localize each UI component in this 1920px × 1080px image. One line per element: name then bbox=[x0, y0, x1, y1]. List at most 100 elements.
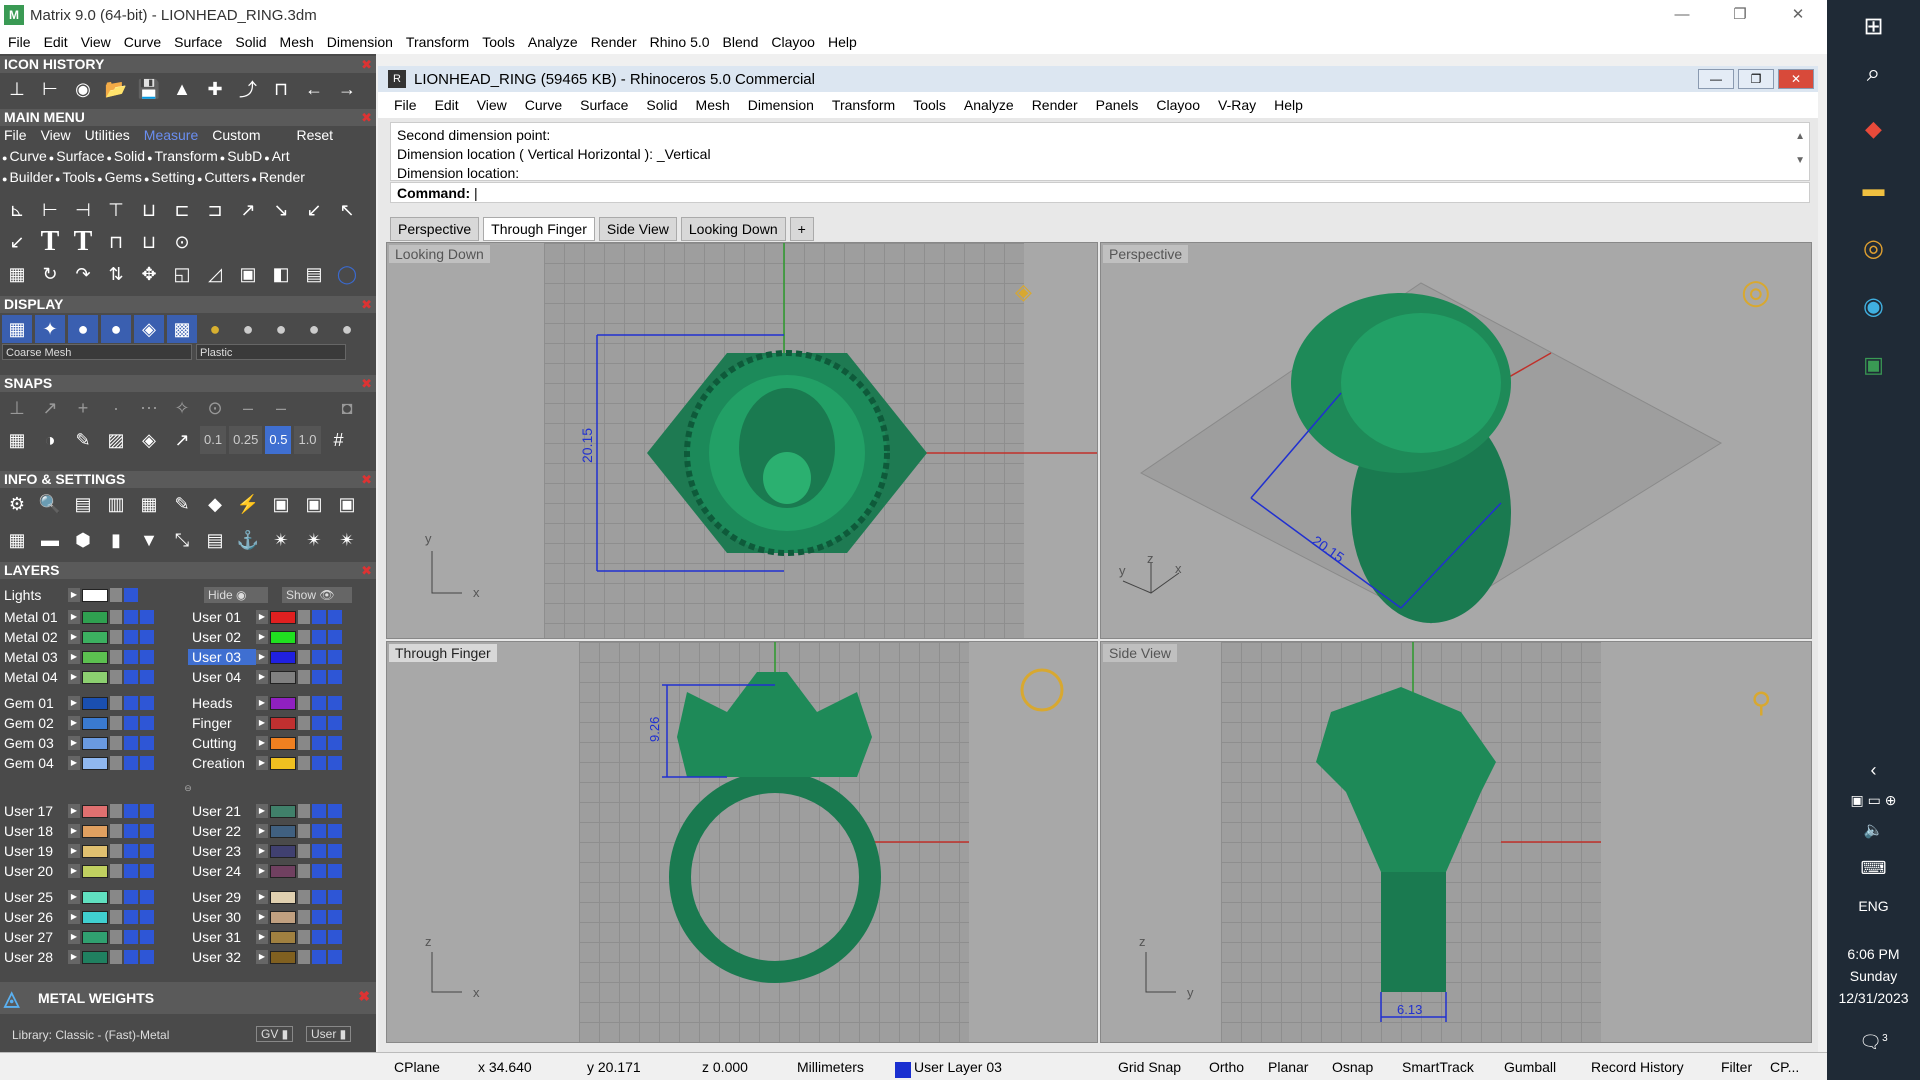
rhino-menu-item-view[interactable]: View bbox=[477, 97, 507, 113]
save-icon[interactable]: 💾 bbox=[134, 75, 164, 103]
lock-icon[interactable] bbox=[110, 696, 122, 710]
smarttrack-toggle[interactable]: SmartTrack bbox=[1402, 1059, 1474, 1075]
close-icon[interactable]: ✖ bbox=[361, 562, 372, 579]
layer-row[interactable]: User 17 ▶ bbox=[0, 802, 154, 820]
print-icon[interactable] bbox=[328, 844, 342, 858]
volume-icon[interactable]: 🔈 bbox=[1827, 820, 1920, 840]
mid-snap-icon[interactable]: · bbox=[101, 394, 131, 422]
layer-color-swatch[interactable] bbox=[270, 890, 296, 904]
expand-icon[interactable]: ▶ bbox=[68, 910, 80, 924]
menu-item-mesh[interactable]: Mesh bbox=[280, 34, 314, 50]
tool-icon[interactable]: ◧ bbox=[266, 260, 296, 288]
user-toggle[interactable]: User ▮ bbox=[306, 1026, 352, 1042]
lock-icon[interactable] bbox=[110, 890, 122, 904]
close-icon[interactable]: ✖ bbox=[361, 375, 372, 392]
tool-icon[interactable]: ▨ bbox=[101, 426, 131, 454]
close-icon[interactable]: ✖ bbox=[361, 109, 372, 126]
xray-icon[interactable]: ◈ bbox=[134, 315, 164, 343]
visibility-icon[interactable] bbox=[124, 824, 138, 838]
material-icon[interactable]: ● bbox=[266, 315, 296, 343]
tool-icon[interactable]: ⊥ bbox=[2, 75, 32, 103]
close-button[interactable]: ✕ bbox=[1769, 0, 1827, 30]
expand-icon[interactable]: ▶ bbox=[256, 630, 268, 644]
search-icon[interactable]: ⌕ bbox=[1827, 60, 1920, 88]
dimension-icon[interactable]: ↗ bbox=[233, 196, 263, 224]
visibility-icon[interactable] bbox=[124, 844, 138, 858]
material-icon[interactable]: ● bbox=[233, 315, 263, 343]
expand-icon[interactable]: ▶ bbox=[256, 864, 268, 878]
visibility-icon[interactable] bbox=[124, 950, 138, 964]
menu-item-view[interactable]: View bbox=[81, 34, 111, 50]
layer-color-swatch[interactable] bbox=[82, 804, 108, 818]
tab-perspective[interactable]: Perspective bbox=[390, 217, 480, 241]
tool-icon[interactable]: ⊓ bbox=[266, 75, 296, 103]
print-icon[interactable] bbox=[328, 650, 342, 664]
tool-icon[interactable]: ✎ bbox=[167, 490, 197, 518]
point-snap-icon[interactable]: + bbox=[68, 394, 98, 422]
layer-row[interactable]: Gem 03 ▶ bbox=[0, 734, 154, 752]
lock-icon[interactable] bbox=[298, 650, 310, 664]
layer-row[interactable]: User 22 ▶ bbox=[188, 822, 342, 840]
tool-icon[interactable]: ⇅ bbox=[101, 260, 131, 288]
open-icon[interactable]: 📂 bbox=[101, 75, 131, 103]
dimension-icon[interactable]: ⊤ bbox=[101, 196, 131, 224]
gv-toggle[interactable]: GV ▮ bbox=[256, 1026, 294, 1042]
rhino-menu-item-surface[interactable]: Surface bbox=[580, 97, 628, 113]
menu-item-clayoo[interactable]: Clayoo bbox=[771, 34, 815, 50]
tool-icon[interactable]: ⊓ bbox=[101, 228, 131, 256]
layer-color-swatch[interactable] bbox=[82, 670, 108, 684]
rhino-menu-item-curve[interactable]: Curve bbox=[525, 97, 562, 113]
expand-icon[interactable]: ▶ bbox=[68, 736, 80, 750]
technical-icon[interactable]: ▩ bbox=[167, 315, 197, 343]
snap-icon[interactable]: ◘ bbox=[332, 394, 362, 422]
tab-through-finger[interactable]: Through Finger bbox=[483, 217, 595, 241]
expand-icon[interactable]: ▶ bbox=[256, 610, 268, 624]
close-icon[interactable]: ✖ bbox=[358, 988, 370, 1005]
rhino-menu-item-file[interactable]: File bbox=[394, 97, 417, 113]
snap-icon[interactable] bbox=[299, 394, 329, 422]
tab-looking-down[interactable]: Looking Down bbox=[680, 217, 786, 241]
expand-icon[interactable]: ▶ bbox=[68, 844, 80, 858]
lock-icon[interactable] bbox=[298, 696, 310, 710]
layer-row[interactable]: Gem 02 ▶ bbox=[0, 714, 154, 732]
print-icon[interactable] bbox=[140, 610, 154, 624]
layer-row[interactable]: User 02 ▶ bbox=[188, 628, 342, 646]
print-icon[interactable] bbox=[140, 716, 154, 730]
category-gems[interactable]: Gems bbox=[97, 169, 142, 185]
tool-icon[interactable]: ↻ bbox=[35, 260, 65, 288]
layer-color-swatch[interactable] bbox=[270, 910, 296, 924]
back-icon[interactable]: ← bbox=[299, 75, 329, 103]
close-icon[interactable]: ✖ bbox=[361, 56, 372, 73]
layer-row[interactable]: User 30 ▶ bbox=[188, 908, 342, 926]
print-icon[interactable] bbox=[328, 756, 342, 770]
material-icon[interactable]: ● bbox=[299, 315, 329, 343]
layer-color-swatch[interactable] bbox=[82, 630, 108, 644]
menu-item-analyze[interactable]: Analyze bbox=[528, 34, 578, 50]
lock-icon[interactable] bbox=[110, 950, 122, 964]
lock-icon[interactable] bbox=[110, 864, 122, 878]
menu-item-help[interactable]: Help bbox=[828, 34, 857, 50]
file-explorer-icon[interactable]: ▬ bbox=[1827, 176, 1920, 202]
menu-item-surface[interactable]: Surface bbox=[174, 34, 222, 50]
tool-icon[interactable]: ▦ bbox=[2, 260, 32, 288]
category-solid[interactable]: Solid bbox=[106, 148, 145, 164]
layer-color-swatch[interactable] bbox=[270, 650, 296, 664]
lock-icon[interactable] bbox=[298, 824, 310, 838]
layer-color-swatch[interactable] bbox=[270, 824, 296, 838]
keyboard-icon[interactable]: ⌨ bbox=[1827, 858, 1920, 879]
print-icon[interactable] bbox=[328, 736, 342, 750]
windows-start-icon[interactable]: ⊞ bbox=[1827, 12, 1920, 41]
tool-icon[interactable]: ◉ bbox=[68, 75, 98, 103]
layer-color-swatch[interactable] bbox=[82, 910, 108, 924]
viewport-perspective[interactable]: Perspective 20.15 ◎ y z x bbox=[1100, 242, 1812, 639]
print-icon[interactable] bbox=[140, 864, 154, 878]
print-icon[interactable] bbox=[140, 736, 154, 750]
tool-icon[interactable]: ▤ bbox=[299, 260, 329, 288]
print-icon[interactable] bbox=[140, 910, 154, 924]
visibility-icon[interactable] bbox=[124, 804, 138, 818]
tool-icon[interactable]: ⊙ bbox=[167, 228, 197, 256]
end-snap-icon[interactable]: ⊥ bbox=[2, 394, 32, 422]
layer-row[interactable]: Finger ▶ bbox=[188, 714, 342, 732]
gumball-toggle[interactable]: Gumball bbox=[1504, 1059, 1556, 1075]
visibility-icon[interactable] bbox=[312, 824, 326, 838]
